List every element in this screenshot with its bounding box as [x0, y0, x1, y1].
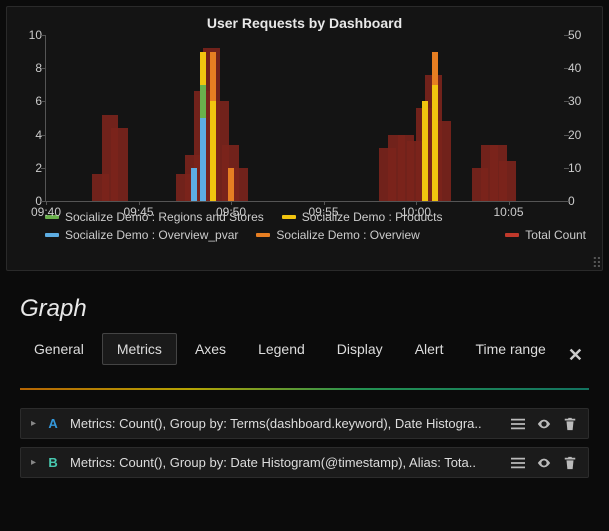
caret-icon[interactable]: ▸: [31, 457, 36, 468]
divider-gradient: [20, 388, 589, 390]
menu-icon[interactable]: [510, 456, 526, 470]
y-right-tick-label: 20: [568, 128, 590, 142]
query-text[interactable]: Metrics: Count(), Group by: Date Histogr…: [70, 455, 500, 470]
series-bar[interactable]: [228, 168, 234, 201]
series-bar[interactable]: [210, 101, 216, 201]
plot-area[interactable]: 02468100102030405009:4009:4509:5009:5510…: [45, 35, 564, 202]
tab-axes[interactable]: Axes: [181, 334, 240, 364]
editor-tabs: GeneralMetricsAxesLegendDisplayAlertTime…: [20, 333, 589, 365]
y-left-tick-label: 10: [20, 28, 42, 42]
query-row: ▸ B Metrics: Count(), Group by: Date Histo…: [20, 447, 589, 478]
x-tick-label: 09:40: [31, 205, 61, 219]
legend-swatch: [505, 233, 519, 237]
series-bar[interactable]: [432, 85, 438, 201]
y-right-tick-label: 30: [568, 94, 590, 108]
series-bar[interactable]: [200, 52, 206, 85]
query-id[interactable]: B: [46, 455, 60, 470]
query-id[interactable]: A: [46, 416, 60, 431]
y-left-tick-label: 4: [20, 128, 42, 142]
legend-item[interactable]: Socialize Demo : Overview: [256, 228, 419, 242]
menu-icon[interactable]: [510, 417, 526, 431]
chart-panel: User Requests by Dashboard 0246810010203…: [6, 6, 603, 271]
series-bar[interactable]: [210, 52, 216, 102]
legend-swatch: [282, 215, 296, 219]
y-right-tick-label: 50: [568, 28, 590, 42]
y-right-tick-label: 0: [568, 194, 590, 208]
x-tick-label: 09:45: [123, 205, 153, 219]
tab-general[interactable]: General: [20, 334, 98, 364]
legend-label: Total Count: [525, 228, 586, 242]
y-left-tick-label: 2: [20, 161, 42, 175]
query-row: ▸ A Metrics: Count(), Group by: Terms(dash…: [20, 408, 589, 439]
legend-swatch: [45, 233, 59, 237]
eye-icon[interactable]: [536, 417, 552, 431]
series-bar[interactable]: [422, 101, 428, 201]
trash-icon[interactable]: [562, 456, 578, 470]
close-icon[interactable]: ✕: [562, 343, 589, 368]
legend-item[interactable]: Total Count: [505, 228, 586, 242]
eye-icon[interactable]: [536, 456, 552, 470]
query-text[interactable]: Metrics: Count(), Group by: Terms(dashbo…: [70, 416, 500, 431]
series-bar[interactable]: [200, 118, 206, 201]
trash-icon[interactable]: [562, 417, 578, 431]
series-bar[interactable]: [200, 85, 206, 118]
resize-handle-icon[interactable]: ⠿: [592, 258, 600, 268]
legend-item[interactable]: Socialize Demo : Overview_pvar: [45, 228, 238, 242]
legend-label: Socialize Demo : Overview_pvar: [65, 228, 238, 242]
editor-section: Graph GeneralMetricsAxesLegendDisplayAle…: [6, 285, 603, 496]
y-left-tick-label: 6: [20, 94, 42, 108]
query-list: ▸ A Metrics: Count(), Group by: Terms(dash…: [20, 408, 589, 478]
y-right-tick-label: 10: [568, 161, 590, 175]
y-left-tick-label: 8: [20, 61, 42, 75]
tab-metrics[interactable]: Metrics: [102, 333, 177, 365]
tab-time-range[interactable]: Time range: [461, 334, 559, 364]
x-tick-label: 09:50: [216, 205, 246, 219]
y-right-tick-label: 40: [568, 61, 590, 75]
caret-icon[interactable]: ▸: [31, 418, 36, 429]
series-bar[interactable]: [432, 52, 438, 85]
total-count-bar[interactable]: [111, 128, 128, 201]
total-count-bar[interactable]: [499, 161, 516, 201]
x-tick-label: 10:00: [401, 205, 431, 219]
series-bar[interactable]: [191, 168, 197, 201]
editor-heading: Graph: [20, 295, 589, 323]
legend-swatch: [256, 233, 270, 237]
x-tick-label: 09:55: [308, 205, 338, 219]
x-tick-label: 10:05: [493, 205, 523, 219]
legend-label: Socialize Demo : Overview: [276, 228, 419, 242]
chart-title: User Requests by Dashboard: [19, 15, 590, 31]
tab-display[interactable]: Display: [323, 334, 397, 364]
tab-legend[interactable]: Legend: [244, 334, 319, 364]
tab-alert[interactable]: Alert: [401, 334, 458, 364]
